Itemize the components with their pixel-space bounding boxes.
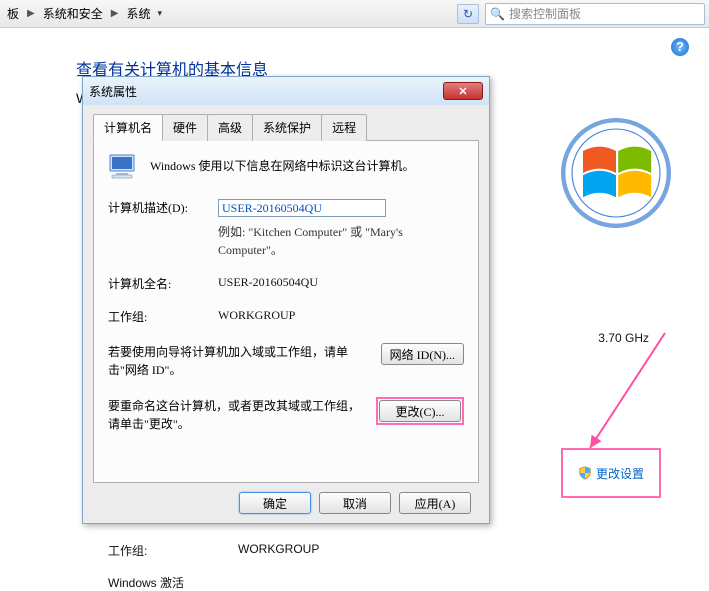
workgroup-label: 工作组:: [108, 308, 218, 325]
tab-hardware[interactable]: 硬件: [162, 114, 208, 141]
dialog-button-row: 确定 取消 应用(A): [93, 483, 479, 523]
tab-strip: 计算机名 硬件 高级 系统保护 远程: [93, 113, 479, 141]
cpu-speed-value: 3.70 GHz: [598, 331, 649, 345]
annotation-highlight: 更改设置: [561, 448, 661, 498]
search-icon: 🔍: [490, 7, 505, 21]
network-id-text: 若要使用向导将计算机加入域或工作组，请单击"网络 ID"。: [108, 343, 371, 379]
windows-logo-icon: [561, 118, 671, 228]
close-icon: ✕: [458, 85, 467, 98]
breadcrumb-item[interactable]: 板: [4, 5, 22, 22]
chevron-down-icon[interactable]: ▾: [155, 8, 164, 19]
change-button[interactable]: 更改(C)...: [379, 400, 461, 422]
rename-text: 要重命名这台计算机，或者更改其域或工作组，请单击"更改"。: [108, 397, 366, 433]
close-button[interactable]: ✕: [443, 82, 483, 100]
dialog-title: 系统属性: [89, 83, 443, 100]
tab-page-computer-name: Windows 使用以下信息在网络中标识这台计算机。 计算机描述(D): 例如:…: [93, 141, 479, 483]
refresh-button[interactable]: ↻: [457, 4, 479, 24]
breadcrumb-bar: 板 ▶ 系统和安全 ▶ 系统 ▾ ↻ 🔍 搜索控制面板: [0, 0, 709, 28]
workgroup-label: 工作组:: [108, 542, 147, 559]
change-settings-link[interactable]: 更改设置: [578, 465, 644, 482]
tab-computer-name[interactable]: 计算机名: [93, 114, 163, 141]
dialog-titlebar[interactable]: 系统属性 ✕: [83, 77, 489, 105]
intro-text: Windows 使用以下信息在网络中标识这台计算机。: [150, 153, 415, 174]
tab-advanced[interactable]: 高级: [207, 114, 253, 141]
breadcrumb-item[interactable]: 系统: [123, 5, 153, 22]
ok-button[interactable]: 确定: [239, 492, 311, 514]
system-properties-dialog: 系统属性 ✕ 计算机名 硬件 高级 系统保护 远程: [82, 76, 490, 524]
cancel-button[interactable]: 取消: [319, 492, 391, 514]
annotation-highlight: 更改(C)...: [376, 397, 464, 425]
search-placeholder: 搜索控制面板: [509, 5, 581, 22]
chevron-right-icon: ▶: [108, 8, 122, 19]
workgroup-value: WORKGROUP: [238, 542, 319, 556]
change-settings-label: 更改设置: [596, 465, 644, 482]
fullname-label: 计算机全名:: [108, 275, 218, 292]
shield-icon: [578, 466, 592, 480]
search-input[interactable]: 🔍 搜索控制面板: [485, 3, 705, 25]
tab-remote[interactable]: 远程: [321, 114, 367, 141]
description-example: 例如: "Kitchen Computer" 或 "Mary's Compute…: [218, 223, 464, 259]
apply-button[interactable]: 应用(A): [399, 492, 471, 514]
help-icon[interactable]: ?: [671, 38, 689, 56]
network-id-button[interactable]: 网络 ID(N)...: [381, 343, 464, 365]
breadcrumb-item[interactable]: 系统和安全: [40, 5, 106, 22]
tab-system-protection[interactable]: 系统保护: [252, 114, 322, 141]
workgroup-value: WORKGROUP: [218, 308, 464, 323]
description-label: 计算机描述(D):: [108, 199, 218, 216]
chevron-right-icon: ▶: [24, 8, 38, 19]
description-input[interactable]: [218, 199, 386, 217]
fullname-value: USER-20160504QU: [218, 275, 464, 290]
computer-icon: [108, 153, 140, 181]
